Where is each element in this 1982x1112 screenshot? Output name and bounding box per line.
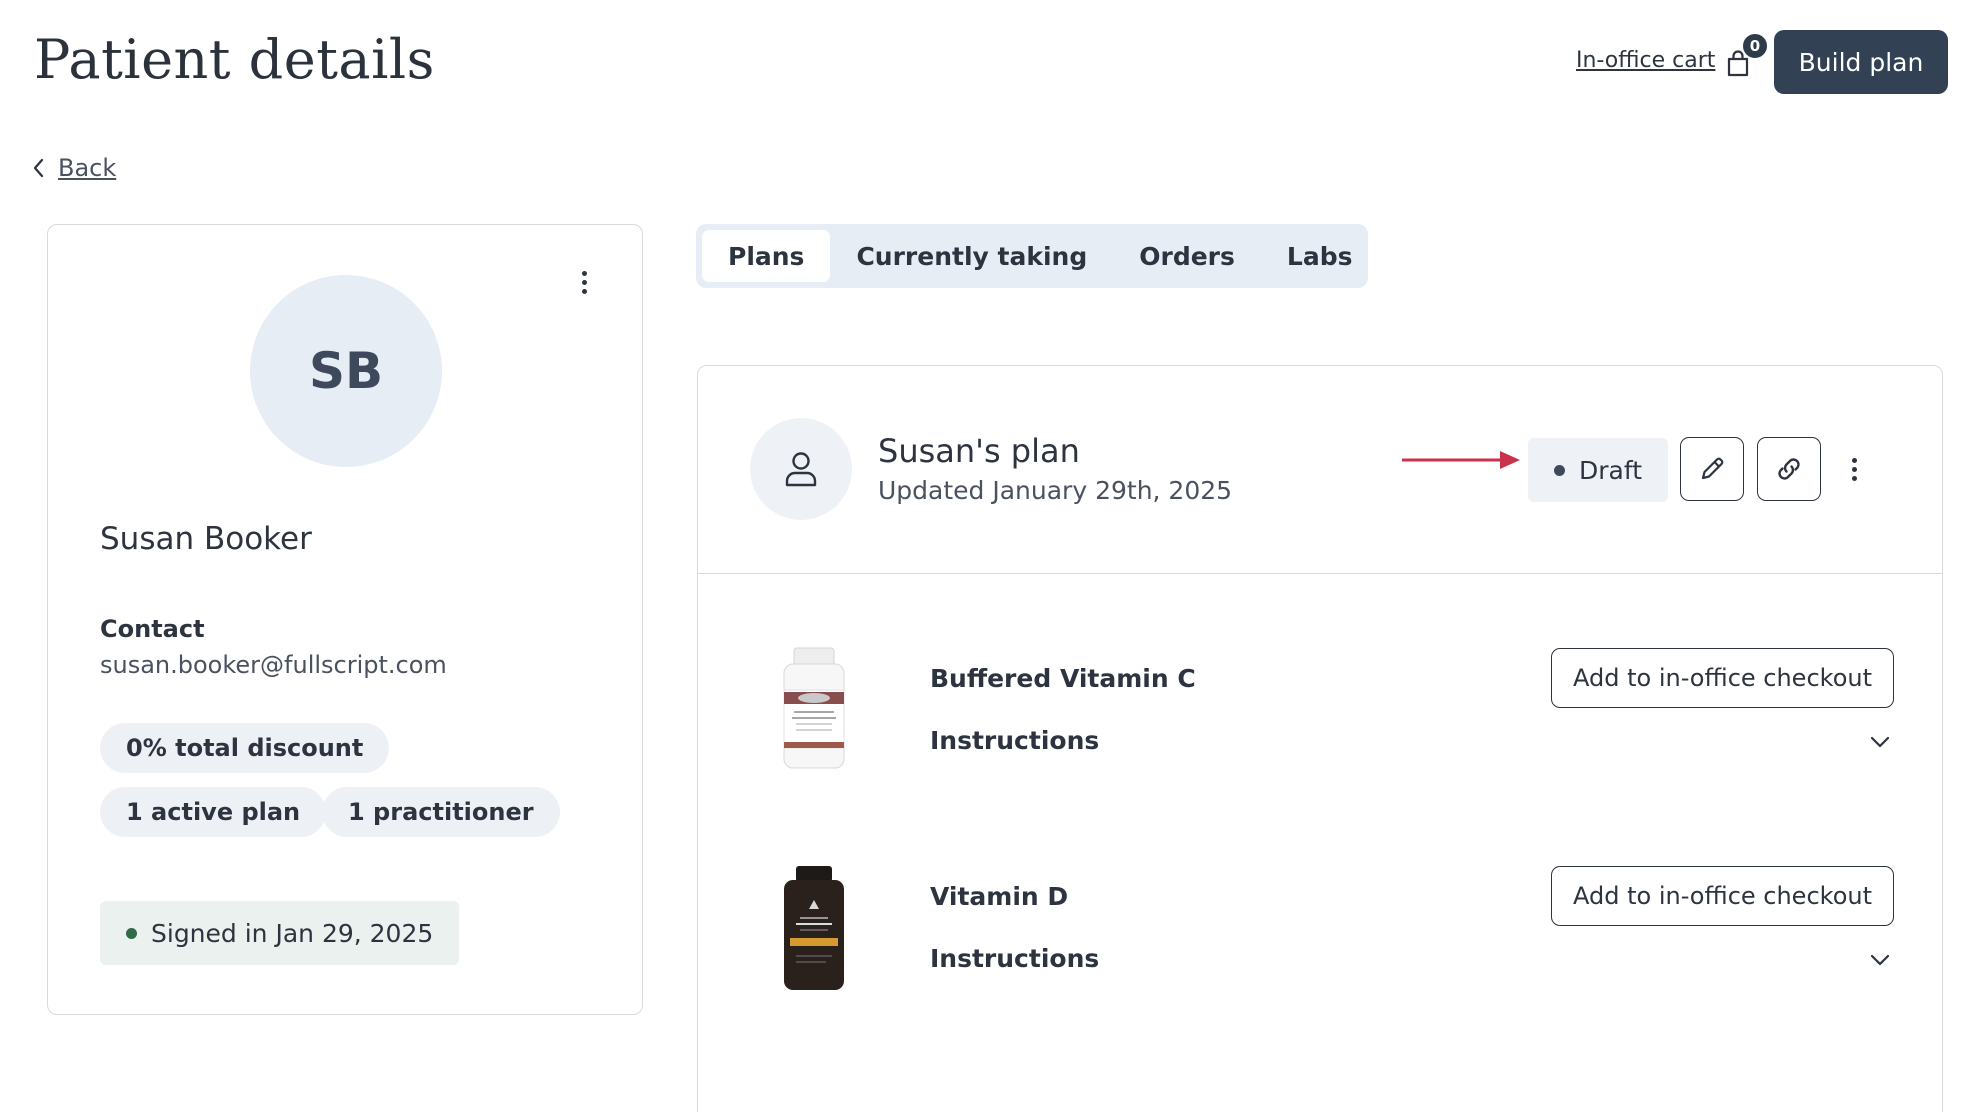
contact-email: susan.booker@fullscript.com — [100, 651, 447, 679]
tab-labs[interactable]: Labs — [1261, 230, 1379, 282]
edit-plan-button[interactable] — [1680, 437, 1744, 501]
chevron-down-icon[interactable] — [1870, 736, 1890, 748]
copy-link-button[interactable] — [1757, 437, 1821, 501]
build-plan-button[interactable]: Build plan — [1774, 30, 1948, 94]
discount-pill: 0% total discount — [100, 723, 390, 773]
arrow-right-icon — [1402, 451, 1520, 469]
tab-plans[interactable]: Plans — [702, 230, 831, 282]
instructions-toggle[interactable]: Instructions — [930, 944, 1099, 973]
patient-card: SB Susan Booker Contact susan.booker@ful… — [47, 224, 643, 1015]
in-office-cart-link[interactable]: In-office cart — [1576, 48, 1715, 73]
product-name: Vitamin D — [930, 882, 1069, 911]
dark-supplement-bottle-icon — [784, 866, 844, 990]
tab-orders[interactable]: Orders — [1113, 230, 1261, 282]
signed-in-badge: Signed in Jan 29, 2025 — [100, 901, 460, 965]
status-dot-icon — [1553, 464, 1565, 476]
plan-status-label: Draft — [1578, 455, 1642, 485]
link-icon — [1778, 458, 1800, 480]
practitioner-pill: 1 practitioner — [322, 787, 560, 837]
plan-status-badge: Draft — [1528, 438, 1668, 502]
tab-currently-taking[interactable]: Currently taking — [830, 230, 1113, 282]
product-name: Buffered Vitamin C — [930, 664, 1196, 693]
chevron-left-icon — [33, 158, 44, 178]
patient-name: Susan Booker — [100, 521, 312, 557]
add-to-in-office-checkout-button[interactable]: Add to in-office checkout — [1551, 866, 1894, 926]
back-link[interactable]: Back — [32, 154, 116, 182]
plan-avatar — [750, 418, 852, 520]
plan-card: Susan's plan Updated January 29th, 2025 … — [697, 365, 1943, 1112]
cart-count-badge: 0 — [1741, 32, 1769, 60]
patient-avatar: SB — [250, 275, 442, 467]
contact-label: Contact — [100, 615, 205, 643]
page-title: Patient details — [34, 28, 435, 91]
patient-tabs: Plans Currently taking Orders Labs — [696, 224, 1368, 288]
active-plan-pill: 1 active plan — [100, 787, 327, 837]
status-dot-icon — [126, 927, 137, 939]
pencil-icon — [1701, 457, 1724, 480]
patient-more-options-icon[interactable] — [582, 271, 587, 294]
add-to-in-office-checkout-button[interactable]: Add to in-office checkout — [1551, 648, 1894, 708]
plan-more-options-icon[interactable] — [1852, 458, 1857, 481]
plan-header: Susan's plan Updated January 29th, 2025 … — [698, 366, 1942, 574]
plan-title: Susan's plan — [878, 432, 1080, 470]
user-icon — [785, 452, 817, 487]
white-supplement-bottle-icon — [783, 647, 845, 769]
plan-updated-date: Updated January 29th, 2025 — [878, 476, 1233, 505]
back-label: Back — [58, 154, 117, 182]
signed-in-label: Signed in Jan 29, 2025 — [151, 918, 434, 948]
instructions-toggle[interactable]: Instructions — [930, 726, 1099, 755]
chevron-down-icon[interactable] — [1870, 954, 1890, 966]
